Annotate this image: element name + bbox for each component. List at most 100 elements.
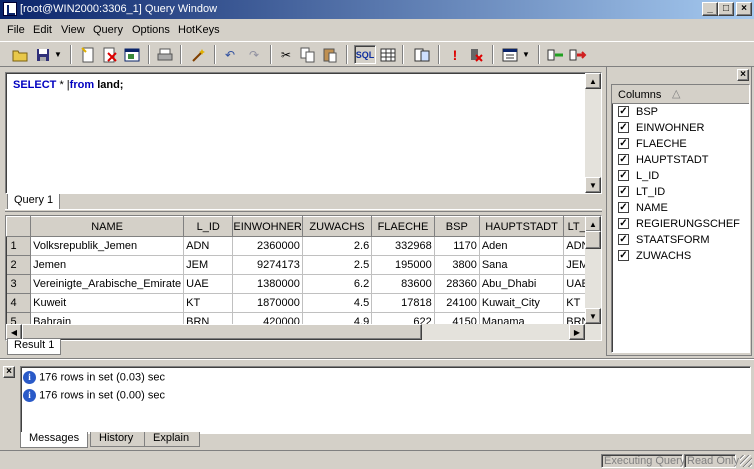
close-icon[interactable]: × (737, 69, 749, 81)
column-item[interactable]: ✓ HAUPTSTADT (612, 152, 749, 168)
column-item[interactable]: ✓ LT_ID (612, 184, 749, 200)
sql-editor[interactable]: SELECT * |from land; ▲ ▼ (5, 72, 602, 194)
scroll-thumb[interactable] (585, 231, 601, 249)
table-cell[interactable]: Volksrepublik_Jemen (30, 236, 185, 256)
cut-icon[interactable]: ✂ (276, 45, 296, 64)
checkbox[interactable]: ✓ (618, 154, 629, 165)
table-cell[interactable]: 24100 (434, 293, 480, 313)
sql-icon[interactable]: SQL (354, 45, 376, 64)
menu-query[interactable]: Query (93, 24, 123, 36)
table-cell[interactable]: ADN (183, 236, 234, 256)
new-query-icon[interactable] (78, 45, 98, 64)
table-cell[interactable]: 4.5 (302, 293, 373, 313)
column-header[interactable]: FLAECHE (371, 216, 435, 237)
table-cell[interactable]: 2360000 (232, 236, 303, 256)
menu-options[interactable]: Options (132, 24, 170, 36)
sql-text[interactable]: SELECT * |from land; (13, 79, 123, 91)
splitter[interactable] (5, 209, 602, 212)
table-cell[interactable]: Aden (479, 236, 565, 256)
view-dropdown-icon[interactable]: ▼ (520, 45, 532, 64)
table-cell[interactable]: 6.2 (302, 274, 373, 294)
table-cell[interactable]: 28360 (434, 274, 480, 294)
checkbox[interactable]: ✓ (618, 106, 629, 117)
table-cell[interactable]: 3800 (434, 255, 480, 275)
table-cell[interactable]: 9274173 (232, 255, 303, 275)
grid-icon[interactable] (378, 45, 398, 64)
stop-icon[interactable] (466, 45, 486, 64)
table-cell[interactable]: 2.6 (302, 236, 373, 256)
row-number[interactable]: 3 (6, 274, 32, 294)
table-cell[interactable]: 2.5 (302, 255, 373, 275)
table-cell[interactable]: JEM (183, 255, 234, 275)
table-cell[interactable]: Kuweit (30, 293, 185, 313)
checkbox[interactable]: ✓ (618, 122, 629, 133)
save-icon[interactable] (33, 45, 53, 64)
column-header[interactable]: EINWOHNER (232, 216, 303, 237)
paste-icon[interactable] (320, 45, 340, 64)
column-item[interactable]: ✓ L_ID (612, 168, 749, 184)
wand-icon[interactable] (188, 45, 208, 64)
checkbox[interactable]: ✓ (618, 234, 629, 245)
scroll-down-icon[interactable]: ▼ (585, 177, 601, 193)
close-button[interactable]: × (736, 2, 752, 16)
delete-query-icon[interactable] (100, 45, 120, 64)
column-header[interactable]: NAME (30, 216, 185, 237)
table-cell[interactable]: Kuwait_City (479, 293, 565, 313)
checkbox[interactable]: ✓ (618, 202, 629, 213)
menu-hotkeys[interactable]: HotKeys (178, 24, 220, 36)
grid-corner[interactable] (6, 216, 32, 237)
maximize-button[interactable]: □ (718, 2, 734, 16)
grid-vscroll[interactable]: ▲ ▼ (585, 216, 601, 324)
table-row[interactable]: 1 Volksrepublik_Jemen ADN 2360000 2.6 332968 1… (6, 236, 601, 256)
table-cell[interactable]: Jemen (30, 255, 185, 275)
menu-file[interactable]: File (7, 24, 25, 36)
scroll-left-icon[interactable]: ◀ (6, 324, 22, 340)
scroll-right-icon[interactable]: ▶ (569, 324, 585, 340)
copy-icon[interactable] (298, 45, 318, 64)
row-number[interactable]: 4 (6, 293, 32, 313)
insert-row-icon[interactable] (546, 45, 566, 64)
column-item[interactable]: ✓ STAATSFORM (612, 232, 749, 248)
table-cell[interactable]: Sana (479, 255, 565, 275)
resize-grip-icon[interactable] (740, 455, 752, 467)
column-header[interactable]: ZUWACHS (301, 216, 373, 237)
table-row[interactable]: 4 Kuweit KT 1870000 4.5 17818 24100 Kuwait_City… (6, 293, 601, 313)
tab-result-1[interactable]: Result 1 (7, 339, 62, 355)
table-row[interactable]: 2 Jemen JEM 9274173 2.5 195000 3800 Sana JEM (6, 255, 601, 275)
column-item[interactable]: ✓ BSP (612, 104, 749, 120)
scroll-thumb[interactable] (22, 324, 422, 340)
table-cell[interactable]: 83600 (371, 274, 435, 294)
column-header[interactable]: BSP (433, 216, 480, 237)
window-icon[interactable] (122, 45, 142, 64)
checkbox[interactable]: ✓ (618, 170, 629, 181)
column-item[interactable]: ✓ EINWOHNER (612, 120, 749, 136)
app-icon[interactable] (3, 2, 17, 16)
print-icon[interactable] (155, 45, 175, 64)
table-row[interactable]: 3 Vereinigte_Arabische_Emirate UAE 1380000 6… (6, 274, 601, 294)
checkbox[interactable]: ✓ (618, 218, 629, 229)
minimize-button[interactable]: _ (702, 2, 718, 16)
tab-history[interactable]: History (90, 432, 146, 447)
column-header[interactable]: L_ID (183, 216, 234, 237)
column-header[interactable]: HAUPTSTADT (478, 216, 565, 237)
checkbox[interactable]: ✓ (618, 186, 629, 197)
table-icon[interactable] (412, 45, 432, 64)
table-cell[interactable]: 195000 (371, 255, 435, 275)
table-cell[interactable]: 1380000 (232, 274, 303, 294)
table-cell[interactable]: UAE (183, 274, 234, 294)
execute-icon[interactable]: ! (445, 45, 465, 64)
tab-messages[interactable]: Messages (20, 432, 88, 448)
menu-edit[interactable]: Edit (33, 24, 52, 36)
table-cell[interactable]: KT (183, 293, 234, 313)
tab-query-1[interactable]: Query 1 (7, 194, 61, 210)
checkbox[interactable]: ✓ (618, 250, 629, 261)
scroll-up-icon[interactable]: ▲ (585, 216, 601, 232)
close-icon[interactable]: × (3, 366, 15, 378)
menu-view[interactable]: View (61, 24, 85, 36)
column-item[interactable]: ✓ NAME (612, 200, 749, 216)
results-grid[interactable]: NAME L_ID EINWOHNER ZUWACHS FLAECHE BSP HAUPTS… (5, 215, 602, 341)
table-cell[interactable]: 332968 (371, 236, 435, 256)
redo-icon[interactable]: ↷ (244, 45, 264, 64)
columns-header[interactable]: Columns △ (612, 85, 749, 104)
table-cell[interactable]: 1870000 (232, 293, 303, 313)
